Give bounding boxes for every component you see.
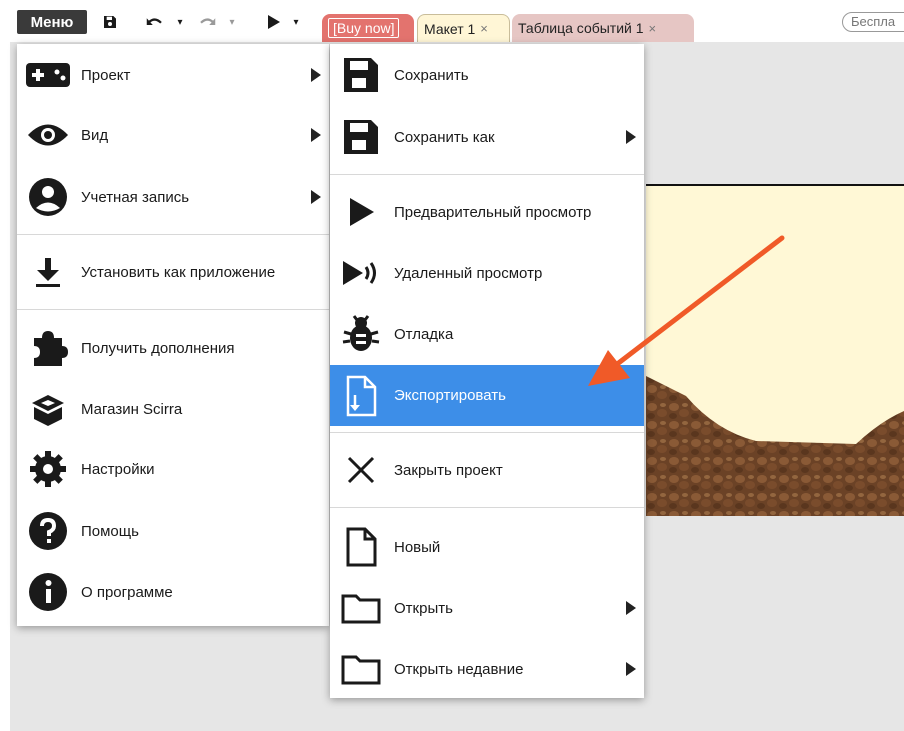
help-icon <box>25 508 71 554</box>
save-icon[interactable] <box>100 10 120 34</box>
menu-item-install-app[interactable]: Установить как приложение <box>17 244 329 300</box>
menu-item-label: Закрыть проект <box>394 461 503 479</box>
save-icon <box>338 52 384 98</box>
download-icon <box>25 249 71 295</box>
close-icon <box>338 447 384 493</box>
tab-label: Макет 1 <box>424 20 476 37</box>
tab-label: [Buy now] <box>328 18 400 38</box>
chevron-right-icon <box>311 68 321 82</box>
menu-item-label: О программе <box>81 583 173 601</box>
new-file-icon <box>338 524 384 570</box>
bug-icon <box>338 311 384 357</box>
chevron-right-icon <box>626 601 636 615</box>
menu-item-new[interactable]: Новый <box>330 519 644 575</box>
annotation-arrow <box>588 235 785 386</box>
menu-item-scirra-store[interactable]: Магазин Scirra <box>17 381 329 437</box>
close-icon[interactable]: × <box>649 21 657 36</box>
remote-preview-icon <box>338 250 384 296</box>
menu-separator <box>330 432 644 433</box>
menu-item-label: Учетная запись <box>81 188 190 206</box>
menu-item-settings[interactable]: Настройки <box>17 441 329 497</box>
account-icon <box>25 174 71 220</box>
menu-item-label: Экспортировать <box>394 387 506 404</box>
menu-item-label: Предварительный просмотр <box>394 203 592 221</box>
menu-separator <box>330 174 644 175</box>
menu-item-label: Настройки <box>81 460 155 478</box>
free-edition-badge[interactable]: Беспла <box>842 12 904 32</box>
toolbar: Меню ▾ ▾ ▾ [Buy now] Макет 1 × Таблица с… <box>0 0 904 42</box>
menu-item-label: Сохранить <box>394 66 469 84</box>
menu-item-label: Установить как приложение <box>81 263 276 281</box>
main-menu: Проект Вид Учетная запись Установить как… <box>17 44 329 626</box>
chevron-right-icon <box>626 130 636 144</box>
menu-item-about[interactable]: О программе <box>17 564 329 620</box>
menu-item-open-recent[interactable]: Открыть недавние <box>330 641 644 697</box>
close-icon[interactable]: × <box>480 21 488 36</box>
menu-item-view[interactable]: Вид <box>17 107 329 163</box>
menu-item-label: Открыть <box>394 599 453 617</box>
chevron-right-icon <box>311 128 321 142</box>
tab-label: Таблица событий 1 <box>518 20 644 36</box>
menu-item-label: Магазин Scirra <box>81 400 183 418</box>
play-icon <box>338 189 384 235</box>
menu-item-label: Помощь <box>81 522 139 540</box>
folder-icon <box>338 585 384 631</box>
menu-item-label: Вид <box>81 126 109 144</box>
menu-separator <box>17 309 329 310</box>
menu-item-label: Проект <box>81 66 131 84</box>
chevron-right-icon <box>311 190 321 204</box>
tab-buy-now[interactable]: [Buy now] <box>322 14 414 42</box>
info-icon <box>25 569 71 615</box>
gamepad-icon <box>25 52 71 98</box>
menu-item-project[interactable]: Проект <box>17 47 329 103</box>
menu-item-save[interactable]: Сохранить <box>330 47 644 103</box>
menu-item-save-as[interactable]: Сохранить как <box>330 109 644 165</box>
save-as-icon <box>338 114 384 160</box>
menu-item-help[interactable]: Помощь <box>17 503 329 559</box>
menu-separator <box>330 507 644 508</box>
folder-recent-icon <box>338 646 384 692</box>
menu-item-close-project[interactable]: Закрыть проект <box>330 442 644 498</box>
export-icon <box>338 373 384 419</box>
menu-separator <box>17 234 329 235</box>
redo-icon[interactable] <box>196 10 218 34</box>
gear-icon <box>25 446 71 492</box>
tab-layout-1[interactable]: Макет 1 × <box>417 14 510 42</box>
menu-button[interactable]: Меню <box>17 10 87 34</box>
chevron-right-icon <box>626 662 636 676</box>
menu-item-account[interactable]: Учетная запись <box>17 169 329 225</box>
store-box-icon <box>25 386 71 432</box>
preview-dropdown-icon[interactable]: ▾ <box>290 10 302 34</box>
undo-dropdown-icon[interactable]: ▾ <box>174 10 186 34</box>
menu-item-open[interactable]: Открыть <box>330 580 644 636</box>
menu-item-label: Открыть недавние <box>394 660 524 678</box>
menu-item-label: Отладка <box>394 325 454 343</box>
menu-item-label: Сохранить как <box>394 128 495 146</box>
menu-item-addons[interactable]: Получить дополнения <box>17 320 329 376</box>
menu-item-label: Новый <box>394 538 441 556</box>
menu-item-label: Удаленный просмотр <box>394 264 543 282</box>
redo-dropdown-icon[interactable]: ▾ <box>226 10 238 34</box>
undo-icon[interactable] <box>144 10 166 34</box>
menu-item-label: Получить дополнения <box>81 339 235 357</box>
tab-event-sheet-1[interactable]: Таблица событий 1 × <box>512 14 694 42</box>
preview-play-icon[interactable] <box>266 10 282 34</box>
eye-icon <box>25 112 71 158</box>
puzzle-icon <box>25 325 71 371</box>
